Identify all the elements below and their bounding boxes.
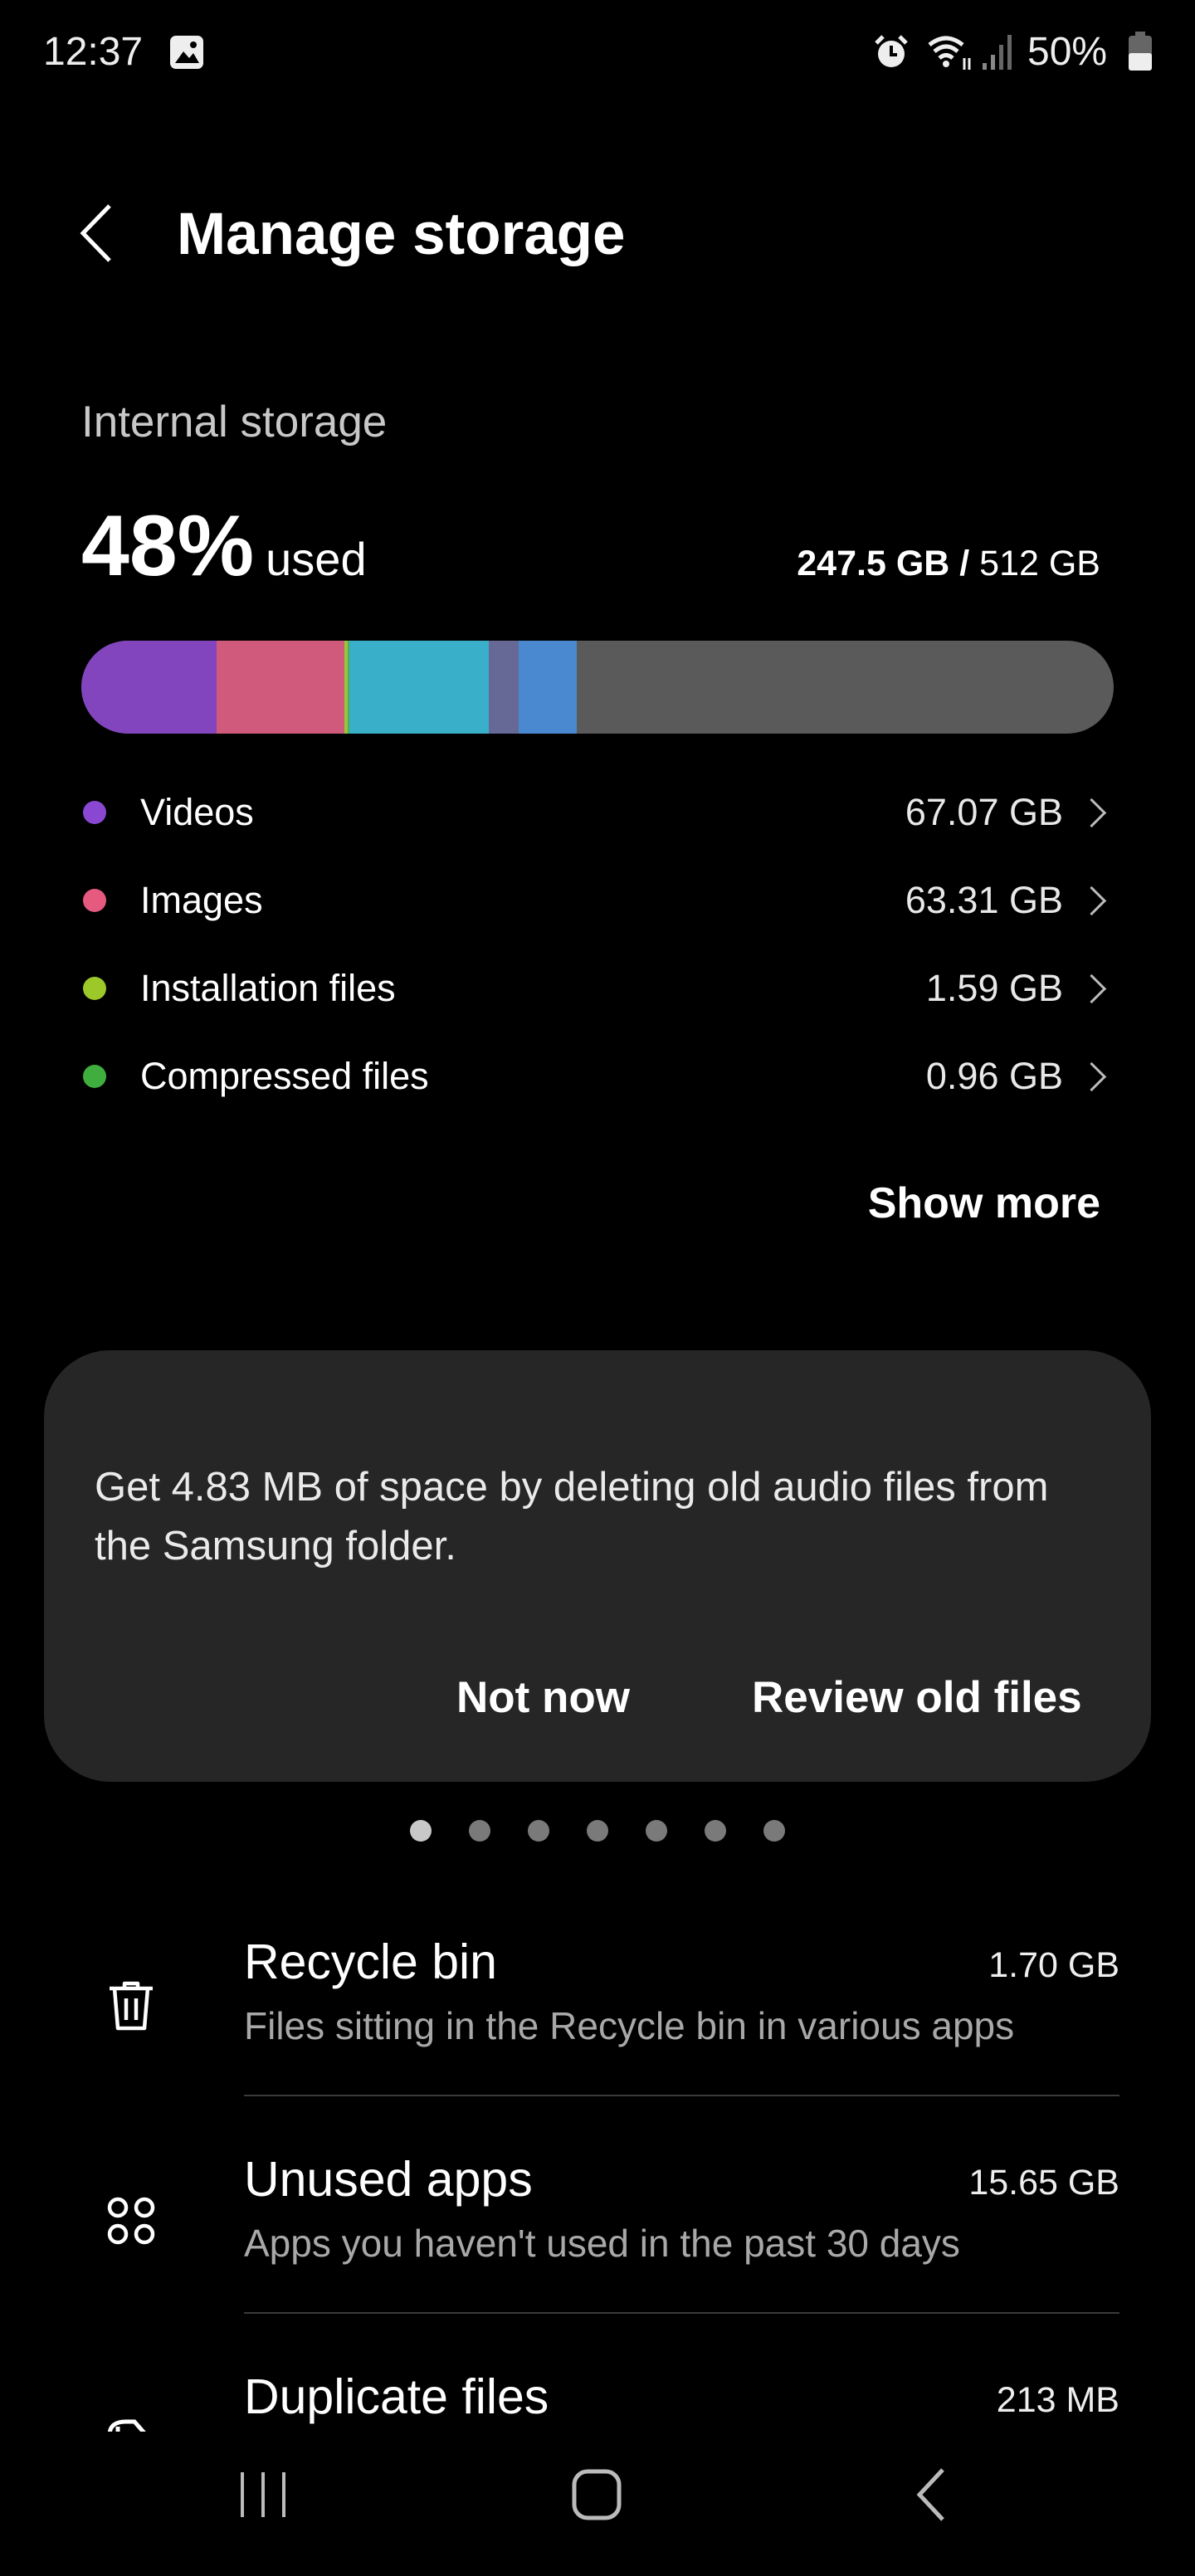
category-size: 0.96 GB [925,1055,1063,1097]
item-title: Duplicate files [244,2369,549,2424]
category-label: Installation files [140,967,396,1009]
used-amount: 247.5 GB [797,544,950,583]
storage-category-row[interactable]: Installation files 1.59 GB [81,959,1114,1017]
wifi-icon [928,36,971,70]
item-title: Unused apps [244,2152,533,2207]
gallery-icon [170,36,203,69]
navigation-bar [0,2432,1195,2563]
category-size: 67.07 GB [905,791,1063,833]
category-label: Images [140,879,263,921]
category-size: 63.31 GB [905,879,1063,921]
item-size: 1.70 GB [988,1945,1119,1985]
item-size: 213 MB [996,2380,1119,2420]
storage-usage-bar [81,641,1114,734]
list-item-recycle-bin[interactable]: Recycle bin Files sitting in the Recycle… [0,1934,1195,2141]
category-color-dot [83,801,106,824]
divider [244,2095,1119,2096]
total-amount: 512 GB [979,544,1100,583]
section-label: Internal storage [81,398,388,446]
bar-segment [216,641,345,734]
storage-category-row[interactable]: Images 63.31 GB [81,871,1114,929]
back-button[interactable] [76,202,118,264]
suggestion-message: Get 4.83 MB of space by deleting old aud… [95,1465,1049,1569]
trash-icon [110,1981,153,2031]
page-dot[interactable] [528,1820,549,1842]
page-indicator [0,1820,1195,1842]
page-dot[interactable] [705,1820,726,1842]
category-color-dot [83,889,106,912]
page-dot[interactable] [646,1820,667,1842]
recents-icon[interactable] [237,2470,289,2520]
apps-icon [107,2197,155,2245]
page-dot[interactable] [763,1820,785,1842]
page-title: Manage storage [177,202,626,267]
item-subtitle: Files sitting in the Recycle bin in vari… [244,2004,1015,2047]
chevron-right-icon [1076,1061,1107,1091]
bar-segment [349,641,490,734]
category-size: 1.59 GB [925,967,1063,1009]
category-color-dot [83,1065,106,1088]
chevron-right-icon [1076,973,1107,1003]
percent-used: 48% used [81,496,367,609]
bar-segment [519,641,578,734]
home-icon[interactable] [571,2468,622,2521]
alarm-icon [875,35,908,67]
bar-segment [81,641,217,734]
battery-icon [1129,32,1152,71]
signal-icon [983,35,1012,70]
page-dot[interactable] [410,1820,432,1842]
item-title: Recycle bin [244,1934,497,1989]
not-now-button[interactable]: Not now [456,1672,630,1723]
suggestion-card: Get 4.83 MB of space by deleting old aud… [44,1350,1151,1782]
used-label: used [266,533,367,585]
page-dot[interactable] [469,1820,490,1842]
percent-value: 48% [81,498,255,594]
storage-category-row[interactable]: Compressed files 0.96 GB [81,1047,1114,1105]
list-item-unused-apps[interactable]: Unused apps Apps you haven't used in the… [0,2151,1195,2359]
divider [244,2312,1119,2314]
category-label: Compressed files [140,1055,429,1097]
storage-totals: 247.5 GB / 512 GB [797,544,1100,584]
back-icon[interactable] [913,2466,949,2523]
category-color-dot [83,977,106,1000]
status-time: 12:37 [43,30,144,74]
review-old-files-button[interactable]: Review old files [752,1672,1082,1723]
storage-category-row[interactable]: Videos 67.07 GB [81,783,1114,842]
separator: / [949,544,980,583]
page-dot[interactable] [587,1820,608,1842]
show-more-button[interactable]: Show more [868,1178,1100,1228]
category-label: Videos [140,791,254,833]
chevron-right-icon [1076,798,1107,827]
bar-segment [489,641,519,734]
chevron-right-icon [1076,886,1107,915]
item-subtitle: Apps you haven't used in the past 30 day… [244,2222,960,2265]
item-size: 15.65 GB [968,2163,1119,2203]
battery-percent: 50% [1027,30,1108,74]
